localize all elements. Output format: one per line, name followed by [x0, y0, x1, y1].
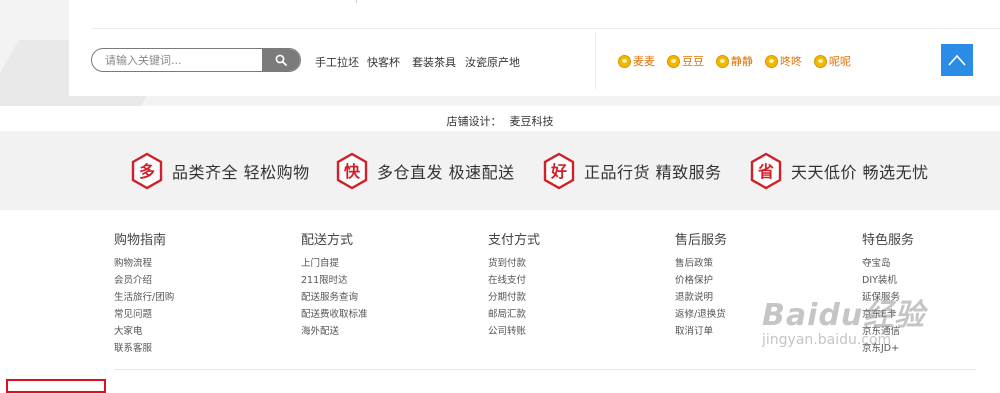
footer-link[interactable]: 配送费收取标准 [301, 306, 368, 323]
watermark-logo-text: Baidu经验 [762, 298, 926, 333]
feature-text: 天天低价 畅选无忧 [791, 163, 929, 182]
footer-column-title: 配送方式 [301, 233, 354, 248]
chat-icon [765, 54, 778, 68]
service-agent-name: 麦麦 [633, 55, 655, 68]
header-divider [91, 28, 1000, 29]
service-agent-name: 呢呢 [829, 55, 851, 68]
baidu-jingyan-watermark: Baidu经验 jingyan.baidu.com [762, 290, 925, 348]
service-features-band: 多 品类齐全 轻松购物 快 多仓直发 极速配送 好 正品行货 精致服务 省 天天… [0, 131, 1000, 210]
shop-design-label: 店铺设计： [446, 115, 502, 128]
hexagon-badge-icon: 快 [336, 152, 368, 190]
footer-link[interactable]: 会员介绍 [114, 272, 174, 289]
footer-link[interactable]: 价格保护 [675, 272, 727, 289]
footer-link[interactable]: 在线支付 [488, 272, 540, 289]
footer-link[interactable]: 配送服务查询 [301, 289, 368, 306]
feature-text: 正品行货 精致服务 [584, 163, 722, 182]
service-agent-name: 咚咚 [780, 55, 802, 68]
footer-link[interactable]: 购物流程 [114, 255, 174, 272]
watermark-url: jingyan.baidu.com [762, 332, 892, 348]
customer-service-link[interactable]: 静静 [716, 53, 753, 69]
chat-icon [618, 54, 631, 68]
footer-column-title: 购物指南 [114, 233, 167, 248]
customer-service-link[interactable]: 麦麦 [618, 53, 655, 69]
footer-link[interactable]: 返修/退换货 [675, 306, 727, 323]
footer-column-title: 支付方式 [488, 233, 541, 248]
header-vertical-divider [595, 32, 596, 90]
search-input[interactable] [92, 49, 275, 71]
footer-link[interactable]: DIY装机 [862, 272, 914, 289]
footer-link[interactable]: 公司转账 [488, 323, 540, 340]
footer-column-payment: 支付方式 货到付款 在线支付 分期付款 邮局汇款 公司转账 [488, 229, 540, 340]
feature-text: 品类齐全 轻松购物 [172, 163, 310, 182]
footer-link[interactable]: 邮局汇款 [488, 306, 540, 323]
customer-service-link[interactable]: 豆豆 [667, 53, 704, 69]
chat-icon [716, 54, 729, 68]
header-tick [356, 0, 357, 3]
customer-service-link[interactable]: 咚咚 [765, 53, 802, 69]
footer-link[interactable]: 生活旅行/团购 [114, 289, 174, 306]
footer-column-title: 售后服务 [675, 233, 728, 248]
shop-design-name: 麦豆科技 [509, 115, 554, 128]
feature-item: 好 正品行货 精致服务 [542, 152, 722, 190]
footer-column-title: 特色服务 [862, 233, 915, 248]
hot-keyword-link[interactable]: 快客杯 [367, 54, 400, 70]
footer-link[interactable]: 取消订单 [675, 323, 727, 340]
footer-column-after-sales: 售后服务 售后政策 价格保护 退款说明 返修/退换货 取消订单 [675, 229, 727, 340]
footer-link[interactable]: 大家电 [114, 323, 174, 340]
footer-divider [114, 369, 976, 370]
footer-link[interactable]: 常见问题 [114, 306, 174, 323]
feature-item: 多 品类齐全 轻松购物 [130, 152, 310, 190]
shop-design-credit: 店铺设计： 麦豆科技 [0, 113, 1000, 129]
search-button[interactable] [262, 49, 300, 71]
footer-column-delivery: 配送方式 上门自提 211限时达 配送服务查询 配送费收取标准 海外配送 [301, 229, 368, 340]
feature-badge-text: 快 [344, 162, 361, 181]
service-agent-name: 静静 [731, 55, 753, 68]
footer-link[interactable]: 分期付款 [488, 289, 540, 306]
chat-icon [667, 54, 680, 68]
feature-badge-text: 省 [757, 162, 774, 181]
chat-icon [814, 54, 827, 68]
footer-link[interactable]: 售后政策 [675, 255, 727, 272]
service-agent-name: 豆豆 [682, 55, 704, 68]
feature-item: 快 多仓直发 极速配送 [335, 152, 515, 190]
feature-item: 省 天天低价 畅选无忧 [749, 152, 929, 190]
footer-link[interactable]: 联系客服 [114, 340, 174, 357]
highlight-box [6, 379, 106, 393]
footer-link[interactable]: 夺宝岛 [862, 255, 914, 272]
hexagon-badge-icon: 好 [543, 152, 575, 190]
hexagon-badge-icon: 省 [750, 152, 782, 190]
footer-link[interactable]: 货到付款 [488, 255, 540, 272]
hot-keyword-link[interactable]: 手工拉坯 [315, 54, 359, 70]
search-icon [275, 54, 287, 66]
feature-text: 多仓直发 极速配送 [377, 163, 515, 182]
search-box [91, 48, 301, 72]
hot-keyword-link[interactable]: 汝瓷原产地 [465, 54, 520, 70]
feature-badge-text: 好 [550, 162, 567, 181]
feature-badge-text: 多 [139, 162, 155, 181]
footer-column-shopping-guide: 购物指南 购物流程 会员介绍 生活旅行/团购 常见问题 大家电 联系客服 [114, 229, 174, 357]
footer-link[interactable]: 海外配送 [301, 323, 368, 340]
chevron-up-icon [948, 54, 966, 66]
back-to-top-button[interactable] [941, 44, 973, 76]
footer-link[interactable]: 上门自提 [301, 255, 368, 272]
customer-service-link[interactable]: 呢呢 [814, 53, 851, 69]
footer-link[interactable]: 211限时达 [301, 272, 368, 289]
footer-link[interactable]: 退款说明 [675, 289, 727, 306]
hexagon-badge-icon: 多 [131, 152, 163, 190]
hot-keyword-link[interactable]: 套装茶具 [412, 54, 456, 70]
